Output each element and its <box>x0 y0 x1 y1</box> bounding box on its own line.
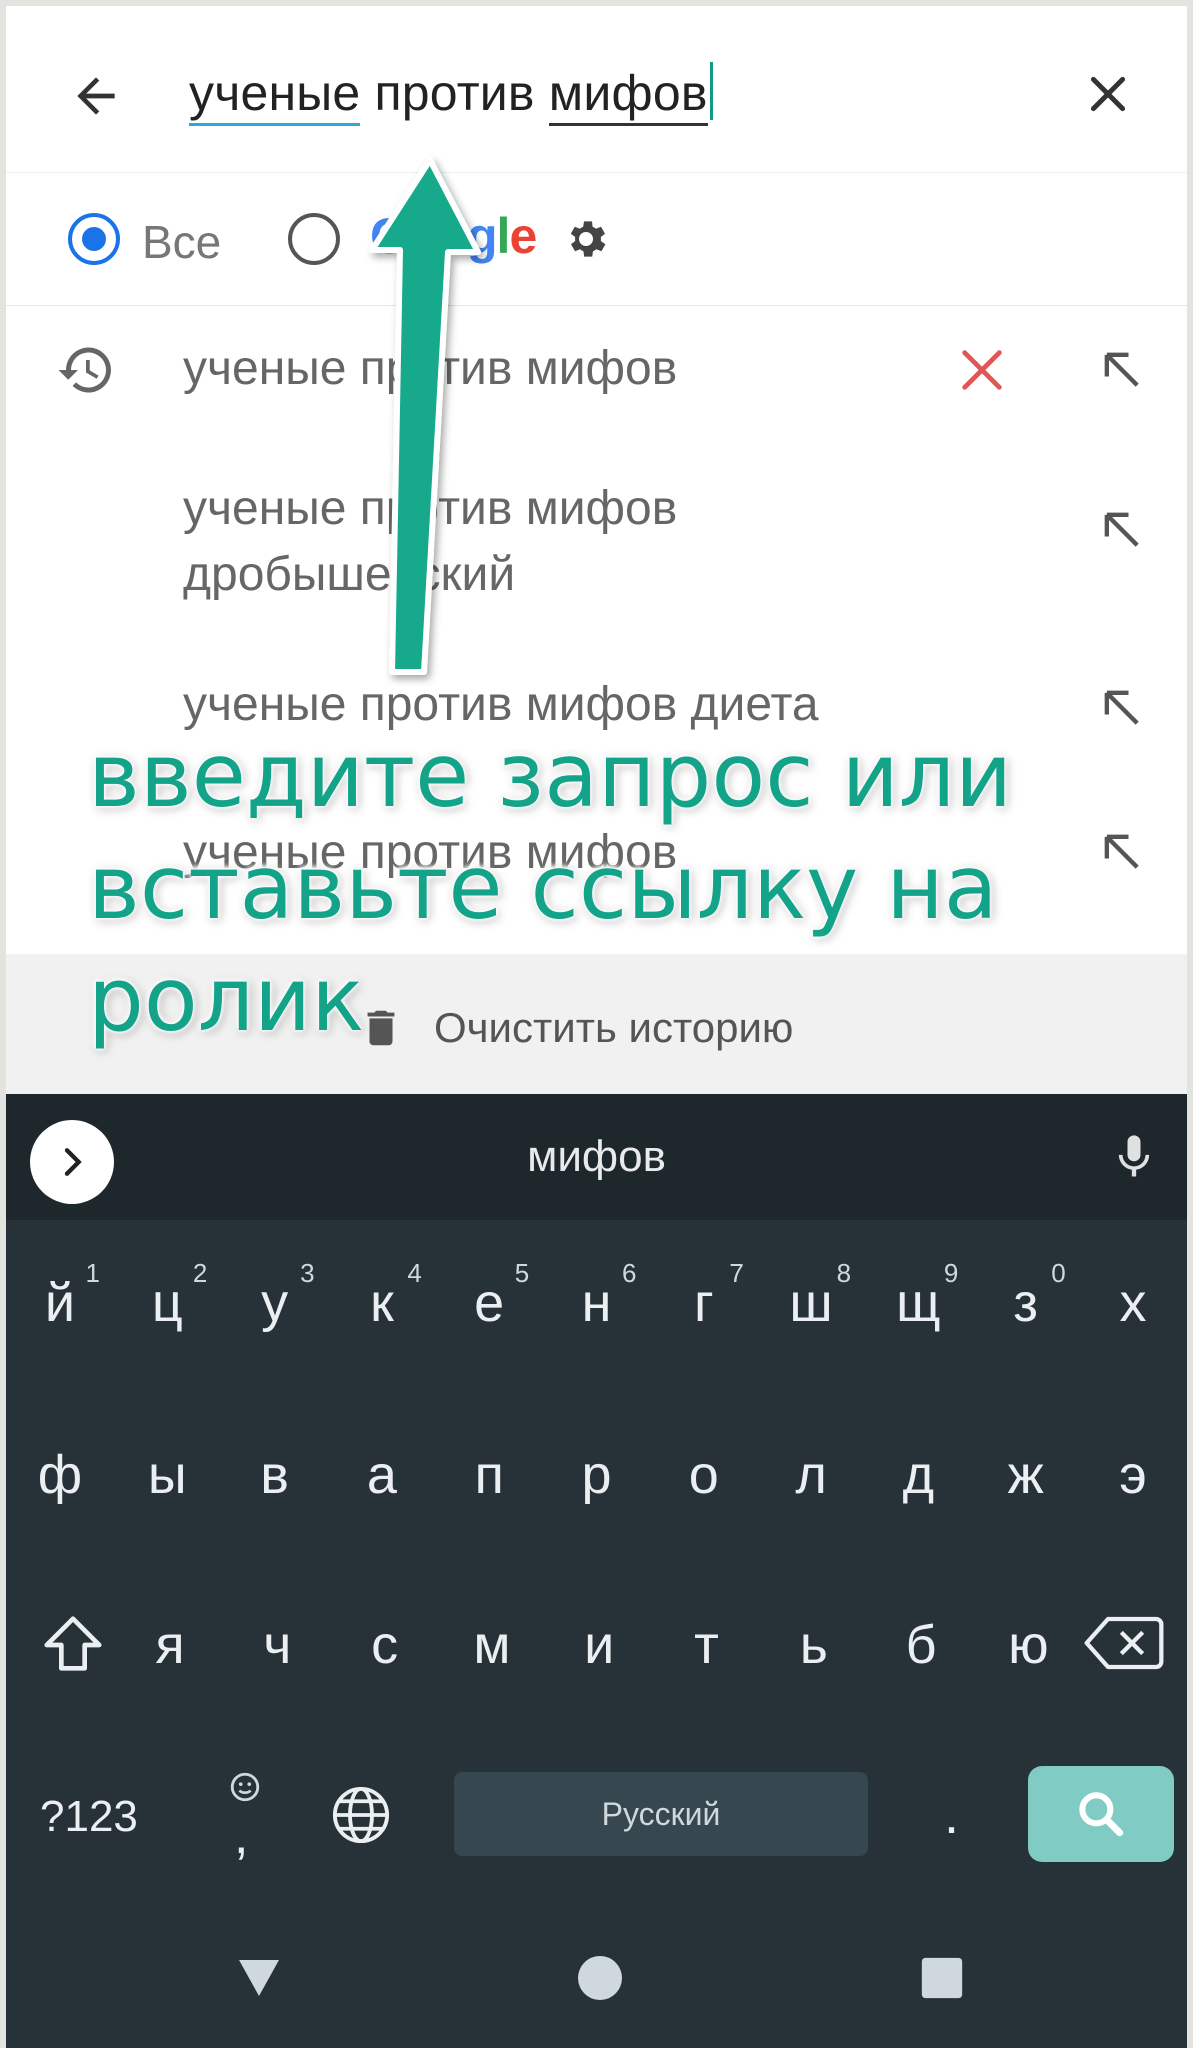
annotation-caption: введите запрос или вставьте ссылку на ро… <box>88 720 1028 1056</box>
annotation-line-2: вставьте ссылку на <box>88 836 998 939</box>
annotation-line-3: ролик <box>88 948 365 1051</box>
annotation-line-1: введите запрос или <box>88 724 1013 827</box>
screenshot-frame: ученые против мифов Все Google ученые пр… <box>0 0 1193 2048</box>
